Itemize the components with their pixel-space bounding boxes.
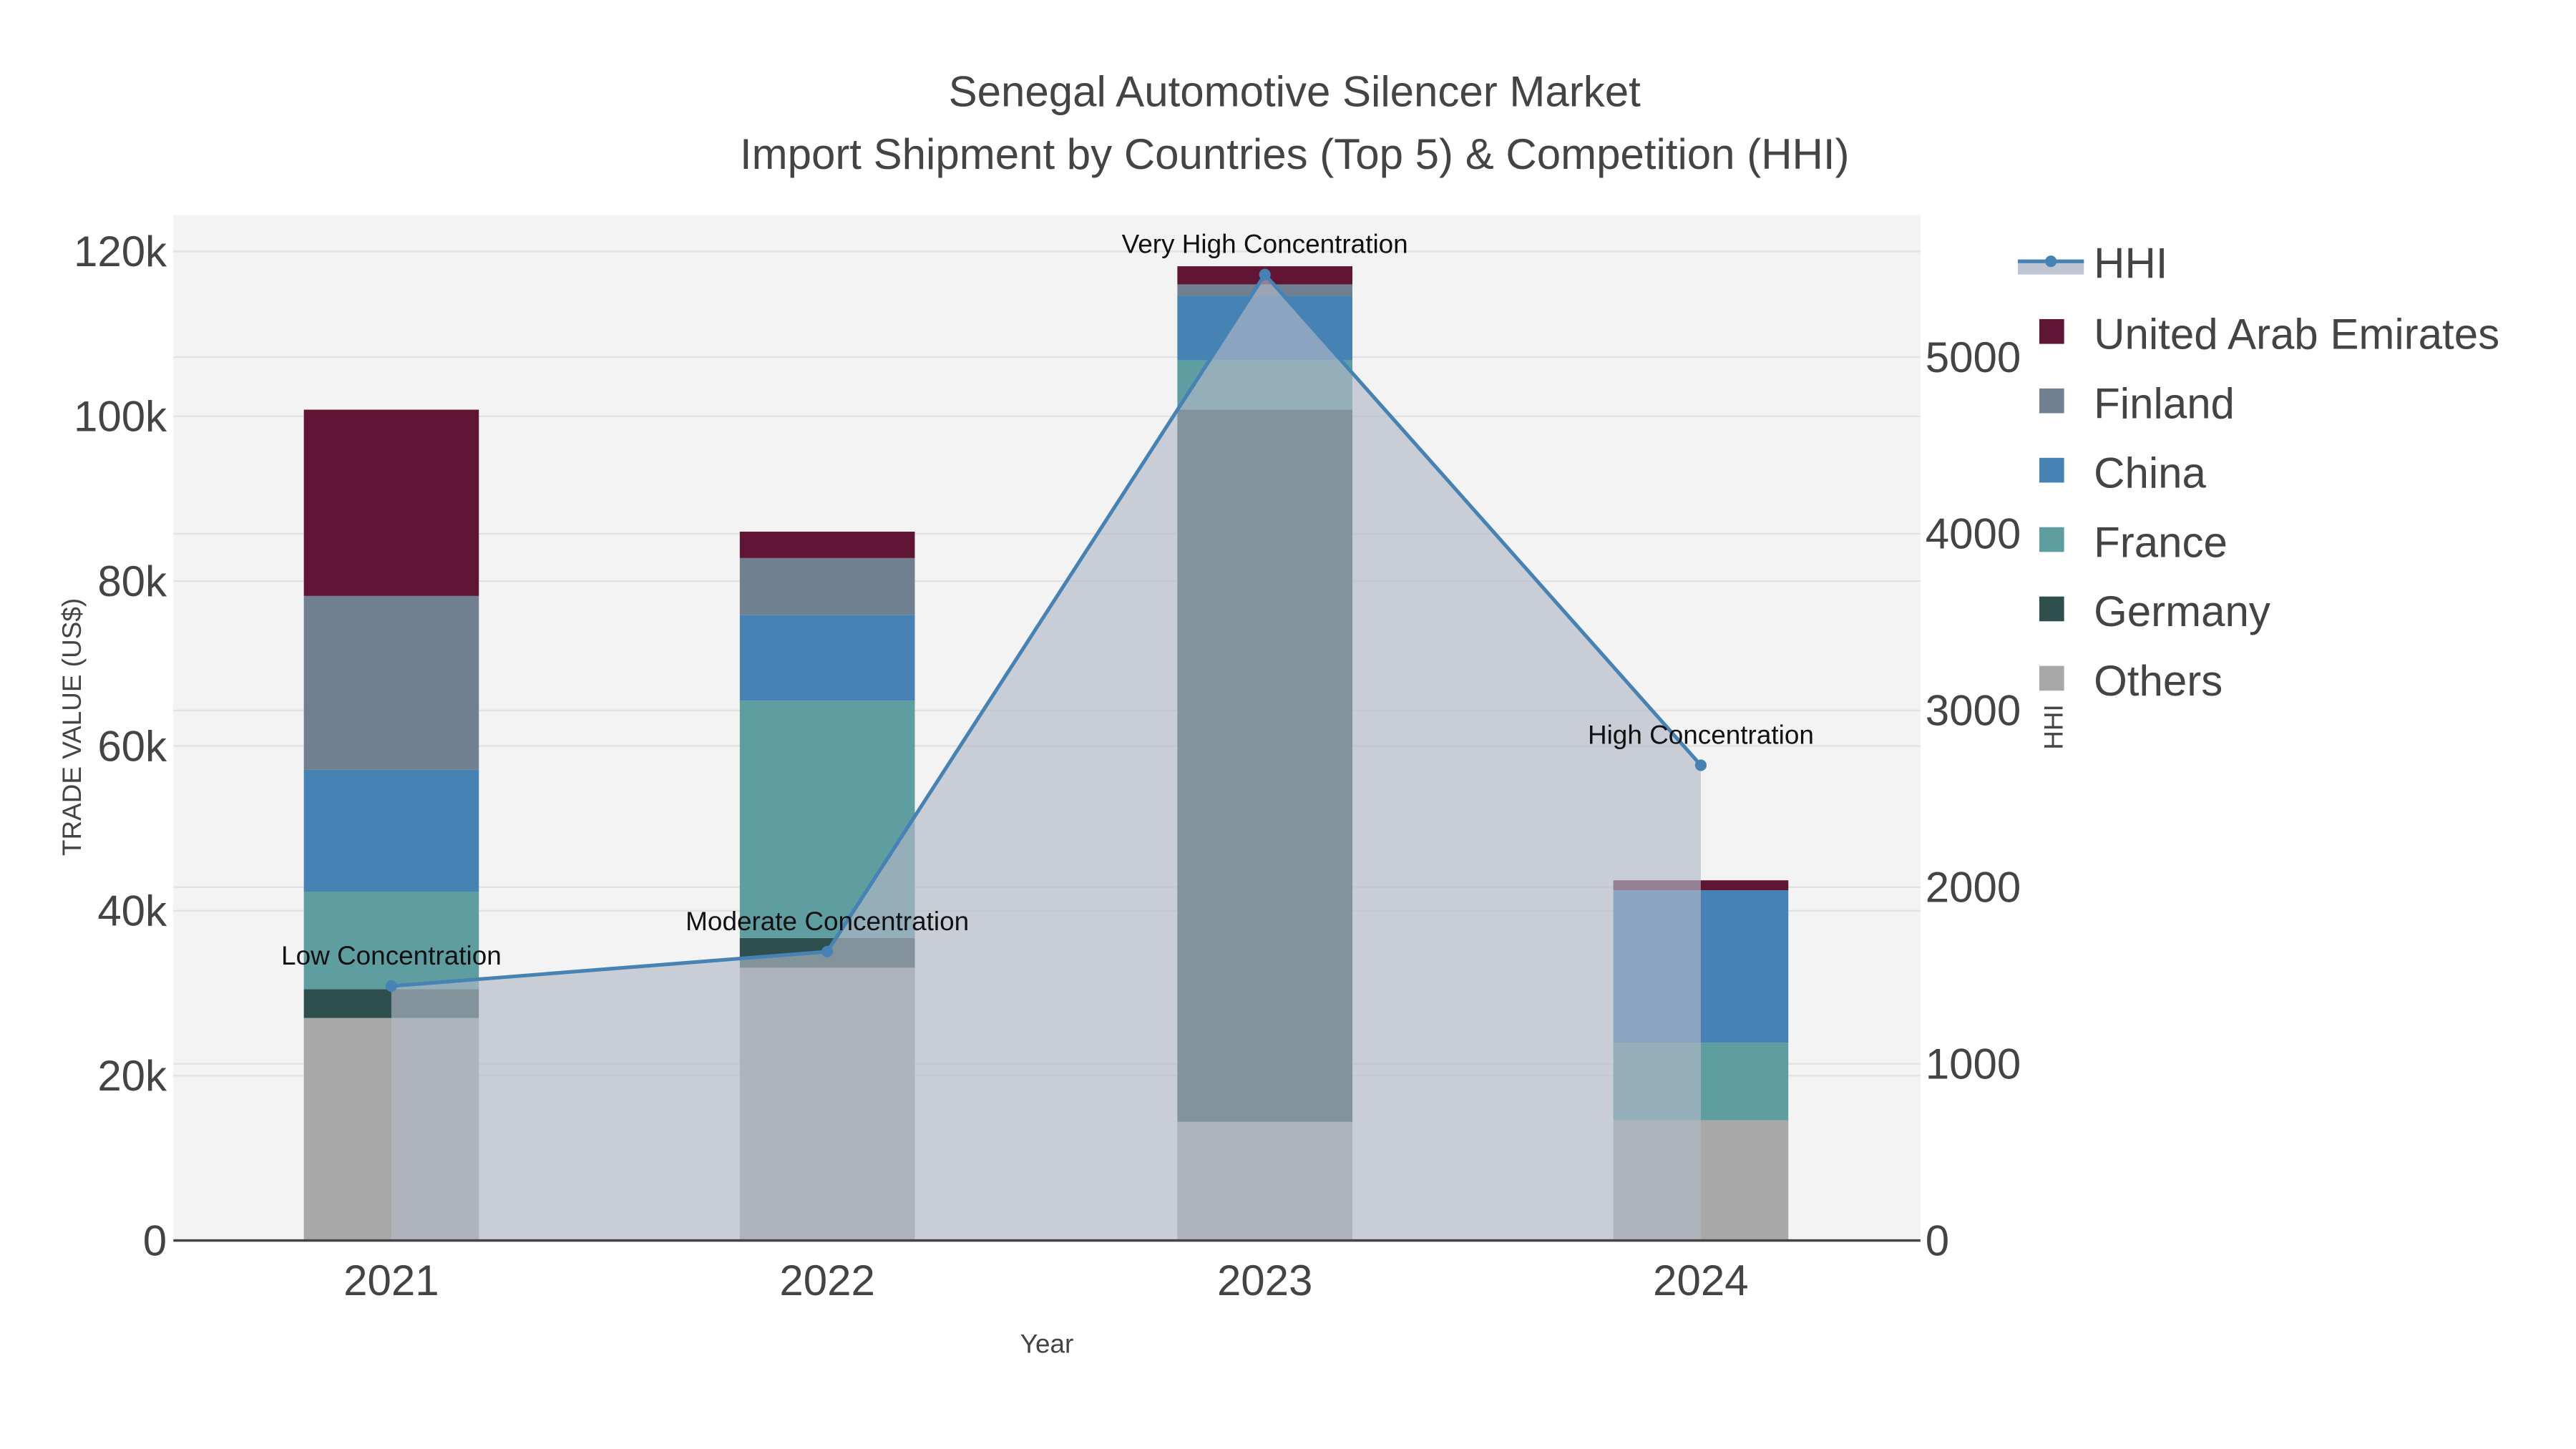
y-tick-label: 0 [143, 1216, 167, 1264]
y-tick-label: 60k [97, 722, 167, 770]
x-tick-label: 2023 [1217, 1257, 1312, 1304]
bar-finland-2021 [303, 595, 479, 770]
y2-tick-label: 5000 [1926, 333, 2021, 381]
legend-swatch-others [2039, 665, 2064, 691]
legend-swatch-united-arab-emirates [2039, 318, 2064, 344]
hhi-point-2021 [385, 980, 397, 992]
bar-china-2022 [739, 615, 915, 701]
x-tick-label: 2022 [779, 1257, 874, 1304]
legend-label: HHI [2094, 239, 2167, 287]
legend: HHI United Arab Emirates Finland China Franc… [2017, 239, 2499, 705]
y2-tick-label: 3000 [1926, 687, 2021, 735]
y2-tick-label: 0 [1926, 1216, 1949, 1264]
y2-tick-label: 2000 [1926, 864, 2021, 912]
x-tick-label: 2024 [1653, 1257, 1748, 1304]
y-tick-label: 120k [74, 228, 167, 275]
hhi-annotation: Low Concentration [281, 941, 502, 970]
y-axis-ticks: 0 20k 40k 60k 80k 100k 120k [74, 228, 167, 1264]
legend-label: United Arab Emirates [2094, 310, 2499, 358]
legend-swatch-germany [2039, 596, 2064, 622]
chart-subtitle: Import Shipment by Countries (Top 5) & C… [740, 130, 1850, 178]
hhi-point-2023 [1259, 268, 1271, 280]
legend-label: France [2094, 518, 2228, 566]
legend-label: Germany [2094, 587, 2270, 635]
y-tick-label: 100k [74, 393, 167, 441]
legend-label: China [2094, 449, 2206, 497]
y-tick-label: 80k [97, 557, 167, 605]
legend-swatch-france [2039, 527, 2064, 552]
hhi-annotation: Moderate Concentration [686, 907, 969, 936]
legend-swatch-china [2039, 457, 2064, 483]
chart: Senegal Automotive Silencer Market Impor… [57, 67, 2499, 1359]
y2-tick-label: 4000 [1926, 510, 2021, 558]
legend-swatch-finland [2039, 388, 2064, 414]
legend-label: Others [2094, 657, 2223, 705]
y2-axis-ticks: 0 1000 2000 3000 4000 5000 [1926, 333, 2021, 1265]
bar-china-2021 [303, 769, 479, 892]
x-axis-label: Year [1020, 1330, 1074, 1359]
x-tick-label: 2021 [343, 1257, 439, 1304]
hhi-annotation: Very High Concentration [1122, 230, 1408, 259]
hhi-point-2024 [1694, 759, 1707, 771]
y-tick-label: 20k [97, 1052, 167, 1100]
y2-axis-label: HHI [2039, 704, 2068, 750]
hhi-point-2022 [821, 945, 834, 958]
legend-hhi-marker [2045, 255, 2057, 268]
y2-tick-label: 1000 [1926, 1040, 2021, 1088]
bar-finland-2022 [739, 557, 915, 615]
y-axis-label: TRADE VALUE (US$) [57, 598, 87, 856]
y-tick-label: 40k [97, 887, 167, 935]
bar-united-arab-emirates-2021 [303, 409, 479, 596]
x-axis-ticks: 2021 2022 2023 2024 [343, 1257, 1748, 1304]
chart-title: Senegal Automotive Silencer Market [949, 67, 1641, 115]
bar-united-arab-emirates-2022 [739, 532, 915, 558]
legend-label: Finland [2094, 379, 2235, 427]
hhi-annotation: High Concentration [1588, 720, 1814, 749]
